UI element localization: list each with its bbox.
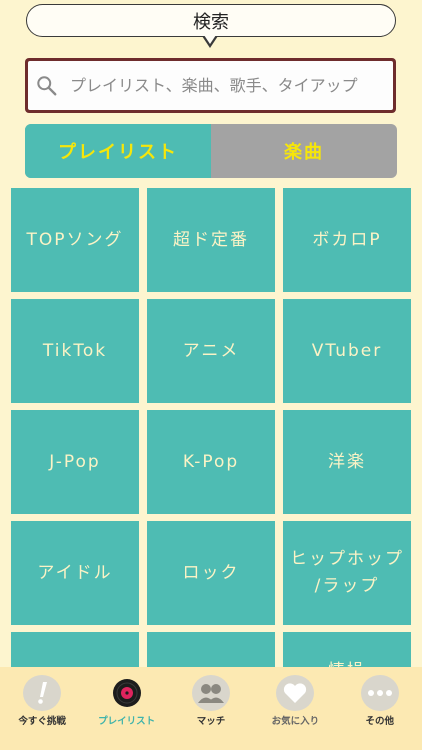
tab-match-label: マッチ [196, 716, 226, 727]
category-tile-kpop[interactable]: K-Pop [147, 410, 275, 514]
search-box [25, 58, 396, 113]
search-icon [37, 75, 57, 95]
tab-playlist[interactable]: プレイリスト [87, 675, 167, 727]
tab-bar: 今すぐ挑戦 プレイリスト マッチ お気に入り その他 [0, 667, 422, 750]
tab-more[interactable]: その他 [340, 675, 420, 727]
category-tile-hiphop[interactable]: ヒップホップ /ラップ [283, 521, 411, 625]
segment-songs-label: 楽曲 [284, 142, 324, 163]
category-tile-classics[interactable]: 超ド定番 [147, 188, 275, 292]
category-tile-western[interactable]: 洋楽 [283, 410, 411, 514]
page-title: 検索 [26, 4, 396, 37]
tab-favorites-label: お気に入り [271, 716, 320, 727]
segment-songs[interactable]: 楽曲 [211, 124, 397, 178]
segment-control: プレイリスト 楽曲 [25, 124, 397, 178]
tab-match[interactable]: マッチ [171, 675, 251, 727]
tab-challenge[interactable]: 今すぐ挑戦 [2, 675, 82, 727]
record-icon [108, 675, 146, 711]
category-tile-jpop[interactable]: J-Pop [11, 410, 139, 514]
category-tile-anime[interactable]: アニメ [147, 299, 275, 403]
people-icon [191, 675, 230, 711]
tab-favorites[interactable]: お気に入り [255, 675, 335, 727]
tab-playlist-label: プレイリスト [98, 716, 156, 727]
category-tile-rock[interactable]: ロック [147, 521, 275, 625]
search-input[interactable] [68, 75, 393, 96]
search-inner [28, 61, 393, 110]
category-tile-tiktok[interactable]: TikTok [11, 299, 139, 403]
category-tile-vtuber[interactable]: VTuber [283, 299, 411, 403]
bubble-tail-inner [204, 35, 216, 44]
category-grid: TOPソング 超ド定番 ボカロP TikTok アニメ VTuber J-Pop… [11, 188, 411, 736]
tab-more-label: その他 [365, 716, 394, 727]
tab-challenge-label: 今すぐ挑戦 [18, 716, 66, 727]
category-tile-idol[interactable]: アイドル [11, 521, 139, 625]
segment-playlist-label: プレイリスト [58, 142, 178, 163]
category-tile-top-songs[interactable]: TOPソング [11, 188, 139, 292]
segment-playlist[interactable]: プレイリスト [25, 124, 211, 178]
heart-icon [276, 675, 315, 711]
more-icon [360, 675, 399, 711]
category-tile-vocaloid[interactable]: ボカロP [283, 188, 411, 292]
exclamation-icon [23, 675, 62, 711]
page-title-text: 検索 [193, 11, 229, 33]
